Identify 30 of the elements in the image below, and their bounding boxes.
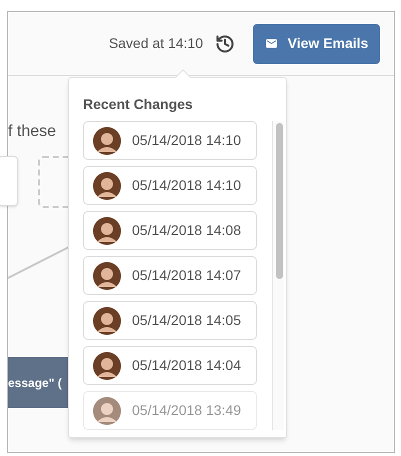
view-emails-button[interactable]: View Emails <box>253 24 380 64</box>
mail-icon <box>264 37 278 50</box>
avatar-icon <box>93 306 121 334</box>
change-time: 05/14/2018 14:10 <box>132 131 241 150</box>
change-entry[interactable]: 05/14/2018 14:10 <box>83 121 257 160</box>
change-time: 05/14/2018 14:08 <box>132 221 241 240</box>
scrollbar-thumb[interactable] <box>276 123 283 279</box>
change-time: 05/14/2018 14:10 <box>132 176 241 195</box>
popover-title: Recent Changes <box>83 95 193 114</box>
connector-line <box>8 246 69 279</box>
change-time: 05/14/2018 14:05 <box>132 311 241 330</box>
avatar-icon <box>93 216 121 244</box>
change-entry[interactable]: 05/14/2018 14:08 <box>83 211 257 250</box>
change-time: 05/14/2018 14:07 <box>132 266 241 285</box>
saved-status: Saved at 14:10 <box>108 34 203 53</box>
avatar-icon <box>93 352 121 380</box>
change-entry[interactable]: 05/14/2018 14:10 <box>83 166 257 205</box>
avatar-icon <box>93 172 121 200</box>
step-label: essage" ( <box>8 374 62 392</box>
change-entry[interactable]: 05/14/2018 14:07 <box>83 256 257 295</box>
change-entry[interactable]: 05/14/2018 14:04 <box>83 346 257 385</box>
scrollbar[interactable] <box>272 121 284 430</box>
avatar-icon <box>93 126 121 154</box>
change-entry[interactable]: 05/14/2018 14:05 <box>83 301 257 340</box>
avatar-icon <box>93 262 121 290</box>
avatar-icon <box>93 396 121 424</box>
body-text: f these <box>8 122 56 142</box>
history-icon[interactable] <box>215 34 235 54</box>
change-time: 05/14/2018 13:49 <box>132 401 241 420</box>
change-time: 05/14/2018 14:04 <box>132 356 241 375</box>
